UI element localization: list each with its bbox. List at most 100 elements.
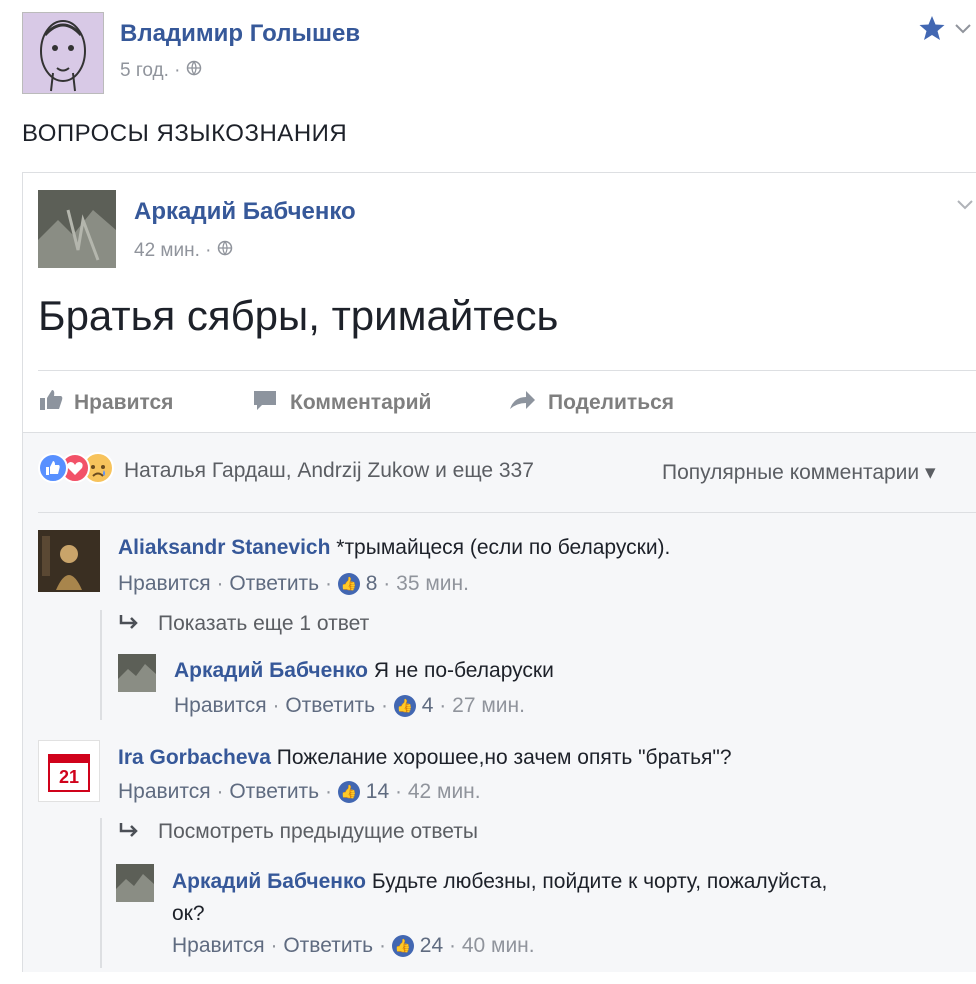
comment-icon (252, 388, 278, 418)
separator-dot: · (174, 60, 186, 82)
share-arrow-icon (508, 388, 536, 418)
comment-text-line-1: Будьте любезны, пойдите к чорту, пожалуй… (371, 870, 828, 893)
comment-body: Aliaksandr Stanevich *трымайцеся (если п… (118, 536, 670, 560)
commenter-name[interactable]: Ira Gorbacheva (118, 746, 271, 769)
like-count-icon: 👍 (393, 695, 416, 717)
comment-text: Пожелание хорошее,но зачем опять "братья… (276, 746, 732, 769)
favorite-star-icon[interactable] (918, 14, 946, 47)
comment-like-link[interactable]: Нравится (118, 572, 211, 596)
comment-time[interactable]: 35 мин. (396, 572, 469, 596)
share-label: Поделиться (548, 391, 675, 414)
portrait-drawing-icon (40, 20, 86, 92)
like-reaction-icon (38, 453, 68, 488)
separator-dot: · (375, 694, 394, 717)
reply-avatar[interactable] (116, 864, 154, 902)
reply-body: Аркадий Бабченко Будьте любезны, пойдите… (172, 866, 827, 930)
like-action[interactable]: Нравится (38, 388, 173, 418)
comment-label: Комментарий (290, 391, 432, 414)
separator-dot: · (373, 934, 392, 957)
globe-icon (217, 240, 233, 262)
comment-like-link[interactable]: Нравится (118, 780, 211, 804)
divider (38, 370, 976, 371)
separator-dot: · (210, 572, 230, 595)
commenter-name[interactable]: Аркадий Бабченко (172, 870, 366, 893)
comment-text: *трымайцеся (если по беларуски). (336, 536, 671, 559)
reply-arrow-icon (118, 820, 140, 844)
globe-icon (186, 60, 202, 82)
author-avatar[interactable] (22, 12, 104, 94)
show-previous-label: Посмотреть предыдущие ответы (158, 820, 478, 843)
shared-post-meta: 42 мин. · (134, 240, 233, 262)
separator-dot: · (266, 694, 286, 717)
separator-dot: · (389, 780, 408, 803)
post-time[interactable]: 5 год. (120, 60, 169, 81)
shared-post-text: Братья сябры, тримайтесь (38, 292, 559, 339)
photo-thumbnail-icon (38, 530, 100, 592)
comment-reply-link[interactable]: Ответить (285, 694, 375, 718)
like-count[interactable]: 14 (366, 780, 389, 804)
separator-dot: · (210, 780, 230, 803)
thread-line (100, 610, 102, 720)
post-meta: 5 год. · (120, 60, 202, 82)
sort-label: Популярные комментарии (662, 461, 920, 484)
comment-time[interactable]: 42 мин. (408, 780, 481, 804)
commenter-avatar[interactable]: 21 (38, 740, 100, 802)
separator-dot: · (433, 694, 453, 717)
separator-dot: · (205, 240, 217, 262)
comment-text-line-2: ок? (172, 902, 205, 925)
thumbs-up-icon (38, 388, 64, 418)
reply-body: Аркадий Бабченко Я не по-беларуски (174, 659, 554, 683)
comment-actions: Нравится · Ответить · 👍 14 · 42 мин. (118, 780, 481, 804)
comment-like-link[interactable]: Нравится (172, 934, 265, 958)
like-label: Нравится (74, 391, 174, 414)
like-count-icon: 👍 (337, 781, 360, 803)
separator-dot: · (319, 572, 338, 595)
comment-reply-link[interactable]: Ответить (229, 572, 319, 596)
comment-text: Я не по-беларуски (373, 659, 554, 682)
commenter-name[interactable]: Aliaksandr Stanevich (118, 536, 330, 559)
photo-thumbnail-icon (116, 864, 154, 902)
show-previous-replies[interactable]: Посмотреть предыдущие ответы (118, 820, 478, 844)
sort-comments-dropdown[interactable]: Популярные комментарии ▾ (662, 460, 976, 485)
commenter-name[interactable]: Аркадий Бабченко (174, 659, 368, 682)
comment-actions: Нравится · Ответить · 👍 8 · 35 мин. (118, 572, 469, 596)
chevron-down-icon[interactable] (954, 22, 972, 41)
comment-actions: Нравится · Ответить · 👍 4 · 27 мин. (174, 694, 525, 718)
post-text: ВОПРОСЫ ЯЗЫКОЗНАНИЯ (22, 120, 348, 147)
calendar-icon: 21 (48, 754, 90, 792)
post-author-name[interactable]: Владимир Голышев (120, 20, 360, 48)
comment-reply-link[interactable]: Ответить (283, 934, 373, 958)
commenter-avatar[interactable] (38, 530, 100, 592)
comment-action[interactable]: Комментарий (252, 388, 431, 418)
comment-body: Ira Gorbacheva Пожелание хорошее,но заче… (118, 746, 732, 770)
chevron-down-icon: ▾ (925, 461, 936, 484)
reactions-row[interactable]: Наталья Гардаш, Andrzij Zukow и еще 337 (38, 452, 534, 489)
show-more-label: Показать еще 1 ответ (158, 612, 370, 635)
reply-arrow-icon (118, 612, 140, 636)
separator-dot: · (443, 934, 462, 957)
comment-actions: Нравится · Ответить · 👍 24 · 40 мин. (172, 934, 535, 958)
like-count[interactable]: 8 (366, 572, 378, 596)
thread-line (100, 818, 102, 968)
comment-reply-link[interactable]: Ответить (229, 780, 319, 804)
divider (38, 512, 976, 513)
like-count[interactable]: 4 (422, 694, 434, 718)
show-more-replies[interactable]: Показать еще 1 ответ (118, 612, 369, 636)
reply-avatar[interactable] (118, 654, 156, 692)
separator-dot: · (319, 780, 338, 803)
shared-author-avatar[interactable] (38, 190, 116, 268)
like-count-icon: 👍 (391, 935, 414, 957)
share-action[interactable]: Поделиться (508, 388, 674, 418)
photo-thumbnail-icon (118, 654, 156, 692)
separator-dot: · (377, 572, 397, 595)
comment-like-link[interactable]: Нравится (174, 694, 267, 718)
comment-time[interactable]: 27 мин. (452, 694, 525, 718)
like-count[interactable]: 24 (420, 934, 443, 958)
shared-author-name[interactable]: Аркадий Бабченко (134, 198, 356, 226)
like-count-icon: 👍 (337, 573, 360, 595)
chevron-down-icon[interactable] (956, 198, 974, 217)
shared-post-time[interactable]: 42 мин. (134, 240, 200, 261)
calendar-day: 21 (59, 767, 79, 787)
comment-time[interactable]: 40 мин. (462, 934, 535, 958)
reactions-summary[interactable]: Наталья Гардаш, Andrzij Zukow и еще 337 (124, 459, 534, 483)
